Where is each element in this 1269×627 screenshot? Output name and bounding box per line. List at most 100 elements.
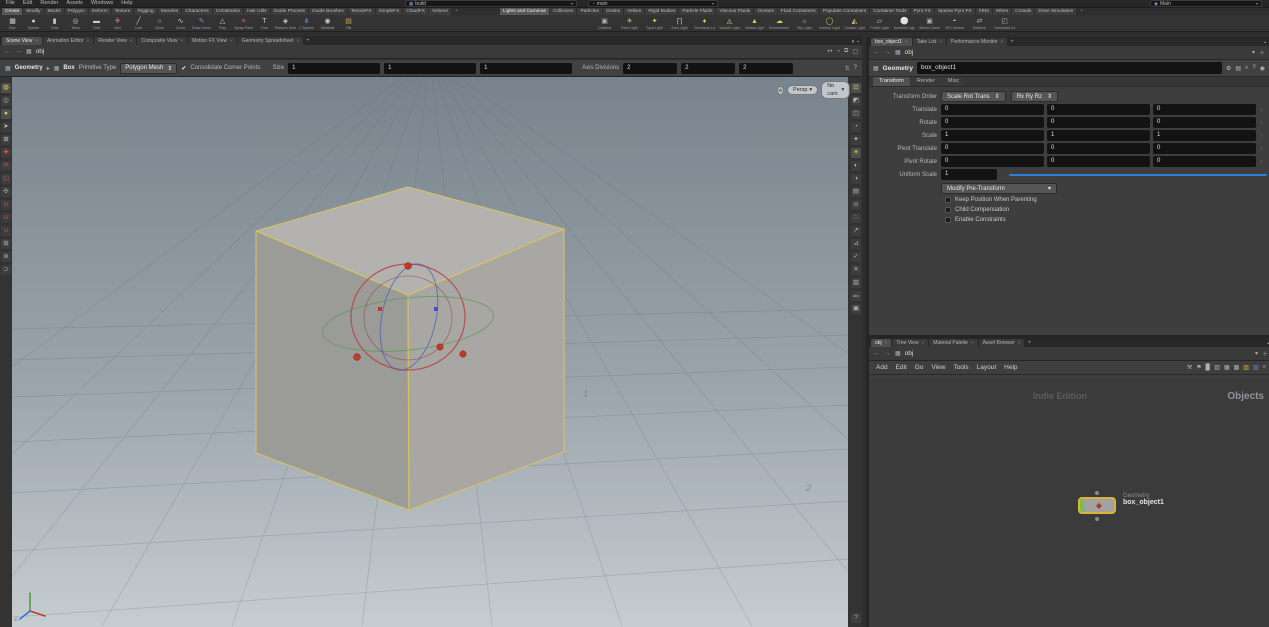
tool-area-light[interactable]: ∏Area Light: [667, 15, 692, 32]
scene-viewport[interactable]: 1 2 ⊜ Persp▾ No cam▾ ◭ ◍ ◎ ● ➤ ⊠ ✚ ⟳ ◱ ✣…: [0, 77, 862, 627]
tool-font[interactable]: TFont: [254, 15, 275, 32]
pane-tab-material-palette[interactable]: Material Palette×: [929, 339, 977, 347]
ladder-icon[interactable]: ↕: [1260, 107, 1263, 113]
size-x-field[interactable]: 1: [288, 63, 380, 74]
tool-sky-light[interactable]: ☼Sky Light: [792, 15, 817, 32]
viewport-settings-icon[interactable]: ◭: [14, 615, 19, 622]
tool-distant-light[interactable]: ▲Distant Light: [742, 15, 767, 32]
back-icon[interactable]: ←: [873, 350, 880, 357]
multi-snap-icon[interactable]: ∪: [1, 200, 11, 210]
close-icon[interactable]: ×: [1018, 339, 1021, 347]
shelf-tab-add-button[interactable]: +: [1077, 8, 1086, 15]
shelf-tab-texture[interactable]: Texture: [112, 8, 134, 15]
desktop-selector[interactable]: ▦ build ▾: [405, 0, 577, 7]
view-pin-icon[interactable]: ◔: [851, 122, 861, 132]
scale-z-field[interactable]: 1: [1153, 130, 1256, 141]
display-flag-icon[interactable]: ▉: [1206, 364, 1211, 371]
shelf-tab-characters[interactable]: Characters: [182, 8, 211, 15]
close-icon[interactable]: ×: [922, 339, 925, 347]
pane-tab-performance-monitor[interactable]: Performance Monitor×: [947, 38, 1007, 46]
tool-curve[interactable]: ∿Curve: [170, 15, 191, 32]
viewport-canvas[interactable]: 1 2 ⊜ Persp▾ No cam▾ ◭: [12, 77, 848, 627]
shelf-tab-constraints[interactable]: Constraints: [213, 8, 243, 15]
shelf-tab-grains[interactable]: Grains: [603, 8, 623, 15]
child-compensation-checkbox[interactable]: [945, 207, 951, 213]
menu-view[interactable]: View: [930, 364, 946, 371]
tool-environment-light[interactable]: ☁Environment Light: [767, 15, 792, 32]
shelf-tab-vellum[interactable]: Vellum: [624, 8, 644, 15]
tab-transform[interactable]: Transform: [873, 77, 910, 86]
tools-icon[interactable]: ⚒: [1187, 364, 1192, 371]
display-points-icon[interactable]: ∴: [851, 213, 861, 223]
shelf-tab-rigid-bodies[interactable]: Rigid Bodies: [645, 8, 678, 15]
pivot-rotate-y-field[interactable]: 0: [1047, 156, 1150, 167]
shelf-tab-simplefx[interactable]: SimpleFX: [376, 8, 403, 15]
tab-misc[interactable]: Misc: [942, 77, 965, 86]
uniform-scale-field[interactable]: 1: [941, 169, 997, 180]
shelf-tab-fem[interactable]: FEM: [976, 8, 992, 15]
select-tool-icon[interactable]: ➤: [1, 122, 11, 132]
shelf-tab-terrainfx[interactable]: TerrainFX: [348, 8, 375, 15]
shelf-tab-model[interactable]: Model: [45, 8, 64, 15]
projection-menu[interactable]: Persp▾: [787, 85, 818, 95]
snapshot-icon[interactable]: ▣: [851, 304, 861, 314]
pane-tab-geometry-spreadsheet[interactable]: Geometry Spreadsheet×: [238, 37, 303, 45]
display-wireframe-icon[interactable]: ✕: [851, 265, 861, 275]
rotate-order-dropdown[interactable]: Rx Ry Rz⇕: [1011, 91, 1058, 102]
stow-bar-icon[interactable]: ⊃: [1, 265, 11, 275]
camera-menu[interactable]: No cam▾: [821, 81, 850, 99]
shelf-tab-fluid-containers[interactable]: Fluid Containers: [778, 8, 819, 15]
secure-selection-icon[interactable]: ⊠: [1, 135, 11, 145]
close-icon[interactable]: ×: [35, 37, 38, 45]
image-view-icon[interactable]: ▩: [1234, 364, 1240, 371]
ladder-icon[interactable]: ↕: [1260, 120, 1263, 126]
uniform-scale-slider[interactable]: [1009, 174, 1267, 176]
reflections-icon[interactable]: ⊙: [851, 200, 861, 210]
consolidate-checkbox[interactable]: ✔: [181, 65, 186, 72]
tool-line[interactable]: ╱Line: [128, 15, 149, 32]
scene-selector[interactable]: ◔ main ▾: [588, 0, 718, 7]
forward-icon[interactable]: →: [884, 49, 891, 56]
list-view-icon[interactable]: ▦: [1224, 364, 1230, 371]
template-flag-icon[interactable]: ⚑: [1196, 364, 1201, 371]
shelf-tab-viscous-fluids[interactable]: Viscous Fluids: [716, 8, 753, 15]
menu-render[interactable]: Render: [37, 0, 61, 7]
pin-icon[interactable]: ＋: [1259, 48, 1265, 57]
new-pane-tab-button[interactable]: +: [1008, 38, 1016, 46]
tool-spot-light[interactable]: ✦Spot Light: [642, 15, 667, 32]
display-groups-icon[interactable]: ▥: [851, 278, 861, 288]
pane-maximize-icon[interactable]: ▪: [1264, 40, 1266, 46]
pane-tab-asset-browser[interactable]: Asset Browser×: [979, 339, 1025, 347]
forward-icon[interactable]: →: [884, 350, 891, 357]
tool-indirect-light[interactable]: ◯Indirect Light: [817, 15, 842, 32]
close-icon[interactable]: ×: [296, 37, 299, 45]
path-field[interactable]: obj: [905, 350, 914, 357]
shelf-tab-cloudfx[interactable]: CloudFX: [403, 8, 428, 15]
close-icon[interactable]: ×: [905, 38, 908, 46]
high-quality-lighting-icon[interactable]: ◑: [851, 174, 861, 184]
shelf-tab-oceans[interactable]: Oceans: [754, 8, 777, 15]
link-icon[interactable]: ⧉: [844, 48, 848, 55]
pivot-translate-y-field[interactable]: 0: [1047, 143, 1150, 154]
node-box-object1[interactable]: ◆: [1078, 497, 1116, 514]
help-icon[interactable]: ?: [1252, 65, 1255, 71]
shelf-tab-pyrofx[interactable]: Pyro FX: [911, 8, 934, 15]
node-name-field[interactable]: box_object1: [917, 62, 1222, 74]
path-field[interactable]: obj: [36, 48, 45, 55]
network-canvas[interactable]: Indie Edition Objects ◆ Geometry box_obj…: [869, 379, 1269, 627]
pin-icon[interactable]: ＋: [1262, 349, 1268, 358]
enable-constraints-checkbox[interactable]: [945, 217, 951, 223]
radial-menu-icon[interactable]: ◔: [836, 49, 840, 55]
tool-point-light[interactable]: ☀Point Light: [617, 15, 642, 32]
column-view-icon[interactable]: ▥: [1214, 364, 1220, 371]
search-icon[interactable]: ⌕: [1245, 65, 1248, 72]
shelf-tab-deform[interactable]: Deform: [89, 8, 111, 15]
radial-menu-selector[interactable]: ◉ Main ▾: [1150, 0, 1262, 7]
shelf-tab-modify[interactable]: Modify: [23, 8, 43, 15]
tool-box[interactable]: ▦Box: [2, 15, 23, 32]
tool-geometry-light[interactable]: ♦Geometry Light: [692, 15, 717, 32]
menu-help[interactable]: Help: [118, 0, 135, 7]
tool-vr-camera[interactable]: ◓VR Camera: [942, 15, 967, 32]
pane-tab-motionfx-view[interactable]: Motion FX View×: [188, 37, 237, 45]
menu-tools[interactable]: Tools: [952, 364, 969, 371]
